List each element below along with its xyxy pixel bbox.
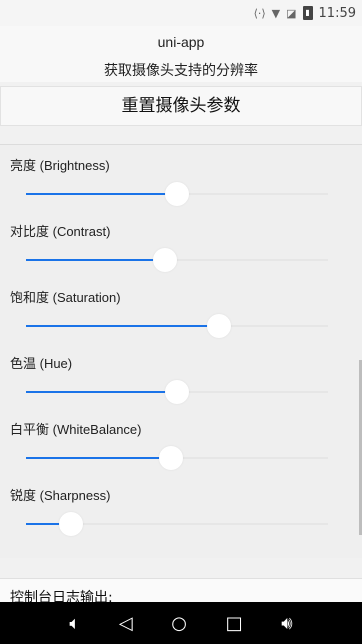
recents-icon[interactable]: □	[226, 613, 243, 634]
slider-label: 饱和度 (Saturation)	[10, 290, 121, 305]
volume-down-icon[interactable]: 🔈︎	[69, 613, 80, 634]
slider-thumb[interactable]	[207, 314, 232, 338]
no-sim-icon: ◪	[286, 6, 297, 20]
reset-camera-params-button[interactable]: 重置摄像头参数	[0, 86, 362, 126]
volume-up-icon[interactable]: 🔊︎	[281, 613, 292, 634]
slider-white-balance: 白平衡 (WhiteBalance)	[0, 409, 362, 475]
slider-hue: 色温 (Hue)	[0, 343, 362, 409]
slider-sharpness: 锐度 (Sharpness)	[0, 475, 362, 541]
sliders-panel: 亮度 (Brightness) 对比度 (Contrast) 饱和度 (Satu…	[0, 144, 362, 558]
slider-thumb[interactable]	[158, 446, 183, 470]
signal-icon: ⟨·⟩	[253, 6, 266, 20]
android-nav-bar: 🔈︎ ◁ ○ □ 🔊︎	[0, 602, 362, 644]
slider-fill	[26, 259, 165, 261]
slider-thumb[interactable]	[165, 182, 189, 206]
slider-fill	[26, 193, 177, 195]
slider-brightness: 亮度 (Brightness)	[0, 145, 362, 211]
status-time: 11:59	[318, 5, 356, 21]
slider-saturation: 饱和度 (Saturation)	[0, 277, 362, 343]
battery-icon: ▮	[302, 6, 313, 20]
slider-thumb[interactable]	[59, 512, 84, 536]
wifi-icon: ▼	[271, 6, 281, 20]
slider-fill	[26, 325, 220, 327]
slider-label: 亮度 (Brightness)	[10, 158, 110, 173]
status-bar: ⟨·⟩ ▼ ◪ ▮ 11:59	[0, 0, 362, 26]
slider-thumb[interactable]	[165, 380, 189, 404]
slider-label: 色温 (Hue)	[10, 356, 73, 371]
home-icon[interactable]: ○	[171, 613, 187, 634]
slider-label: 白平衡 (WhiteBalance)	[10, 422, 142, 437]
slider-thumb[interactable]	[152, 248, 177, 272]
title-bar: uni-app 获取摄像头支持的分辨率	[0, 26, 362, 82]
slider-label: 锐度 (Sharpness)	[10, 488, 111, 503]
app-name: uni-app	[157, 34, 205, 50]
page-title: 获取摄像头支持的分辨率	[104, 63, 258, 79]
slider-contrast: 对比度 (Contrast)	[0, 211, 362, 277]
slider-fill	[26, 391, 177, 393]
slider-label: 对比度 (Contrast)	[10, 224, 111, 239]
back-icon[interactable]: ◁	[119, 613, 133, 634]
slider-fill	[26, 457, 171, 459]
